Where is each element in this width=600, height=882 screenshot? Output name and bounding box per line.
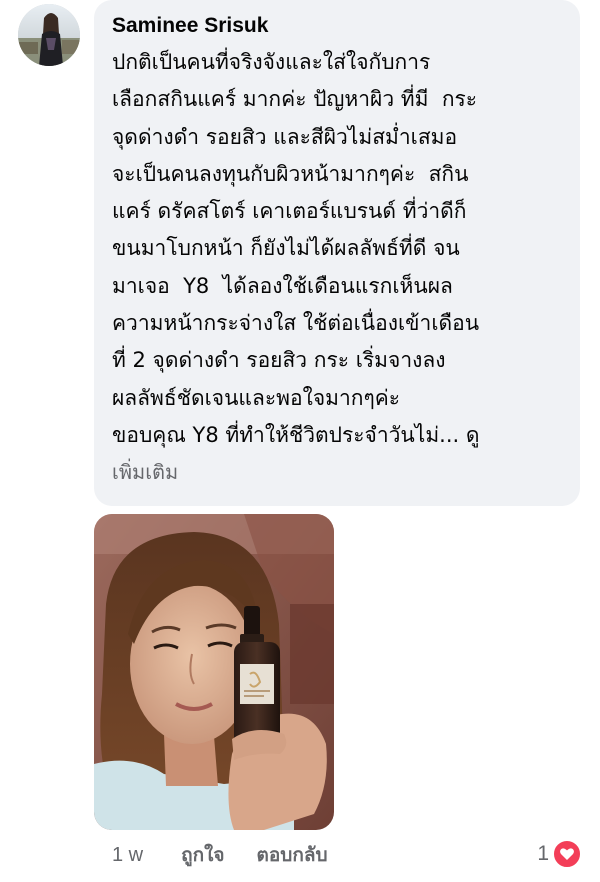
comment-line: จะเป็นคนลงทุนกับผิวหน้ามากๆค่ะ สกิน: [112, 161, 469, 186]
comment-author[interactable]: Saminee Srisuk: [112, 12, 268, 40]
comment-timestamp[interactable]: 1 w: [112, 844, 143, 867]
comment-line: ที่ 2 จุดด่างดำ รอยสิว กระ เริ่มจางลง: [112, 348, 446, 373]
comment-line: จุดด่างดำ รอยสิว และสีผิวไม่สม่ำเสมอ: [112, 124, 458, 149]
comment-line: ปกติเป็นคนที่จริงจังและใส่ใจกับการ: [112, 50, 431, 74]
reaction-summary[interactable]: 1: [537, 839, 582, 869]
avatar[interactable]: [18, 4, 80, 66]
comment-bubble: Saminee Srisuk ปกติเป็นคนที่จริงจังและใส…: [94, 0, 580, 506]
comment-line: เลือกสกินแคร์ มากค่ะ ปัญหาผิว ที่มี กระ: [112, 87, 478, 112]
comment-line: มาเจอ Y8 ได้ลองใช้เดือนแรกเห็นผล: [112, 273, 453, 298]
comment-line: ขนมาโบกหน้า ก็ยังไม่ได้ผลลัพธ์ที่ดี จน: [112, 236, 460, 261]
comment-body: ปกติเป็นคนที่จริงจังและใส่ใจกับการ เลือก…: [112, 44, 564, 491]
reply-button[interactable]: ตอบกลับ: [257, 840, 328, 870]
comment-line: ความหน้ากระจ่างใส ใช้ต่อเนื่องเข้าเดือน: [112, 311, 480, 336]
comment-thread: Saminee Srisuk ปกติเป็นคนที่จริงจังและใส…: [0, 0, 600, 882]
reaction-count: 1: [537, 842, 549, 865]
comment-line: ขอบคุณ Y8 ที่ทำให้ชีวิตประจำวันไม่... ดู: [112, 422, 480, 447]
heart-icon: [552, 839, 582, 869]
comment-line: ผลลัพธ์ชัดเจนและพอใจมากๆค่ะ: [112, 385, 401, 410]
comment-photo[interactable]: [94, 514, 334, 830]
see-more-link[interactable]: เพิ่มเติม: [112, 460, 178, 484]
like-button[interactable]: ถูกใจ: [181, 840, 224, 870]
comment-actions: 1 w ถูกใจ ตอบกลับ: [112, 838, 360, 872]
comment-line: แคร์ ดรัคสโตร์ เคาเตอร์แบรนด์ ที่ว่าดีก็: [112, 199, 467, 224]
